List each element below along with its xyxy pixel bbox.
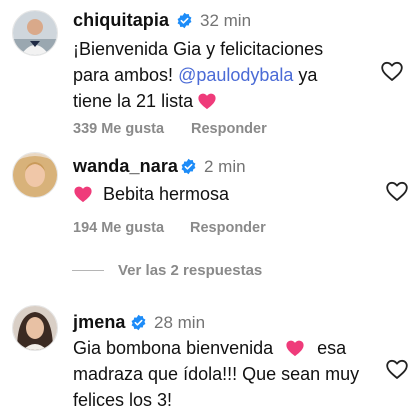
comment-text-part: Bebita hermosa	[103, 184, 230, 204]
reply-button[interactable]: Responder	[190, 220, 266, 236]
comment-text-line: madraza que ídola!!! Que sean muy	[73, 364, 360, 384]
comment-chiquitapia: chiquitapia 32 min ¡Bienvenida Gia y fel…	[0, 0, 420, 140]
comment-time: 2 min	[204, 157, 246, 176]
avatar[interactable]	[12, 152, 58, 198]
avatar[interactable]	[12, 305, 58, 351]
username[interactable]: chiquitapia	[73, 10, 169, 31]
comment-text-part: para ambos!	[73, 65, 179, 85]
reply-button[interactable]: Responder	[191, 121, 267, 137]
comment-text-line: ¡Bienvenida Gia y felicitaciones	[73, 39, 324, 59]
replies-divider	[72, 270, 104, 271]
comment-text-line: felices los 3!	[73, 390, 173, 410]
avatar-image	[13, 153, 57, 197]
comment-text: Gia bombona bienvenida esa madraza que íd…	[73, 335, 393, 413]
like-count[interactable]: 339 Me gusta	[73, 121, 164, 137]
avatar-image	[13, 11, 57, 55]
comment-text-line: Gia bombona bienvenida esa	[73, 335, 393, 361]
verified-badge-icon	[131, 314, 146, 331]
pink-heart-emoji	[74, 186, 92, 203]
verified-badge-icon	[181, 158, 196, 175]
verified-badge-icon	[177, 12, 192, 29]
comment-time: 32 min	[200, 11, 252, 30]
comment-text-part: esa	[317, 338, 347, 358]
avatar-image	[13, 306, 57, 350]
heart-outline-icon[interactable]	[385, 180, 409, 202]
comment-text: ¡Bienvenida Gia y felicitaciones para am…	[73, 36, 383, 114]
comment-text-line: tiene la 21 lista	[73, 88, 383, 114]
avatar[interactable]	[12, 10, 58, 56]
comment-text-part: tiene la 21 lista	[73, 91, 194, 111]
heart-outline-icon[interactable]	[380, 60, 404, 82]
comment-wanda-nara: wanda_nara 2 min Bebita hermosa 194 Me g…	[0, 140, 420, 250]
comment-text-part: ya	[293, 65, 318, 85]
comment-text: Bebita hermosa	[73, 181, 373, 207]
mention-link[interactable]: @paulodybala	[178, 65, 293, 85]
heart-outline-icon[interactable]	[385, 358, 409, 380]
pink-heart-emoji	[286, 340, 304, 357]
comment-text-line: para ambos! @paulodybala ya	[73, 62, 383, 88]
username[interactable]: wanda_nara	[73, 156, 178, 177]
username[interactable]: jmena	[73, 312, 126, 333]
comment-text-part: Gia bombona bienvenida	[73, 338, 274, 358]
view-replies-button[interactable]: Ver las 2 respuestas	[118, 262, 262, 279]
comment-time: 28 min	[154, 313, 206, 332]
like-count[interactable]: 194 Me gusta	[73, 220, 164, 236]
comment-jmena: jmena 28 min Gia bombona bienvenida esa m…	[0, 295, 420, 410]
pink-heart-emoji	[198, 93, 216, 110]
